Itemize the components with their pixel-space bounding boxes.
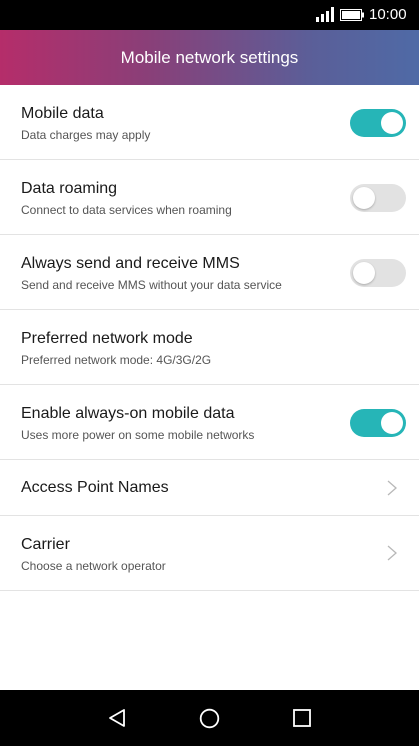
setting-preferred-network-mode[interactable]: Preferred network mode Preferred network… [0,310,419,385]
signal-icon [316,7,334,22]
setting-title: Access Point Names [21,479,169,496]
status-time: 10:00 [369,6,407,23]
recents-icon[interactable] [293,709,311,727]
mobile-data-toggle[interactable] [350,109,406,137]
setting-subtitle: Uses more power on some mobile networks [21,428,255,442]
toggle-knob [353,187,375,209]
setting-title: Carrier [21,536,70,553]
page-title: Mobile network settings [120,48,299,67]
setting-title: Always send and receive MMS [21,255,240,272]
setting-always-on-mobile-data[interactable]: Enable always-on mobile data Uses more p… [0,385,419,460]
back-icon[interactable] [107,708,127,728]
setting-access-point-names[interactable]: Access Point Names [0,460,419,516]
toggle-knob [353,262,375,284]
setting-title: Preferred network mode [21,330,193,347]
always-mms-toggle[interactable] [350,259,406,287]
setting-subtitle: Data charges may apply [21,128,151,142]
app-header: Mobile network settings [0,30,419,85]
always-on-mobile-data-toggle[interactable] [350,409,406,437]
toggle-knob [381,112,403,134]
setting-data-roaming[interactable]: Data roaming Connect to data services wh… [0,160,419,235]
setting-carrier[interactable]: Carrier Choose a network operator [0,516,419,591]
home-icon[interactable] [199,708,220,729]
setting-mobile-data[interactable]: Mobile data Data charges may apply [0,85,419,160]
settings-list: Mobile data Data charges may apply Data … [0,85,419,591]
setting-always-mms[interactable]: Always send and receive MMS Send and rec… [0,235,419,310]
chevron-right-icon [387,545,397,561]
setting-subtitle: Choose a network operator [21,559,166,573]
setting-subtitle: Preferred network mode: 4G/3G/2G [21,353,212,367]
chevron-right-icon [387,480,397,496]
status-bar: 10:00 [0,0,419,30]
setting-subtitle: Connect to data services when roaming [21,203,232,217]
toggle-knob [381,412,403,434]
setting-title: Enable always-on mobile data [21,405,235,422]
battery-icon [340,9,364,21]
setting-subtitle: Send and receive MMS without your data s… [21,278,282,292]
navigation-bar [0,690,419,746]
setting-title: Mobile data [21,105,104,122]
data-roaming-toggle[interactable] [350,184,406,212]
setting-title: Data roaming [21,180,118,197]
